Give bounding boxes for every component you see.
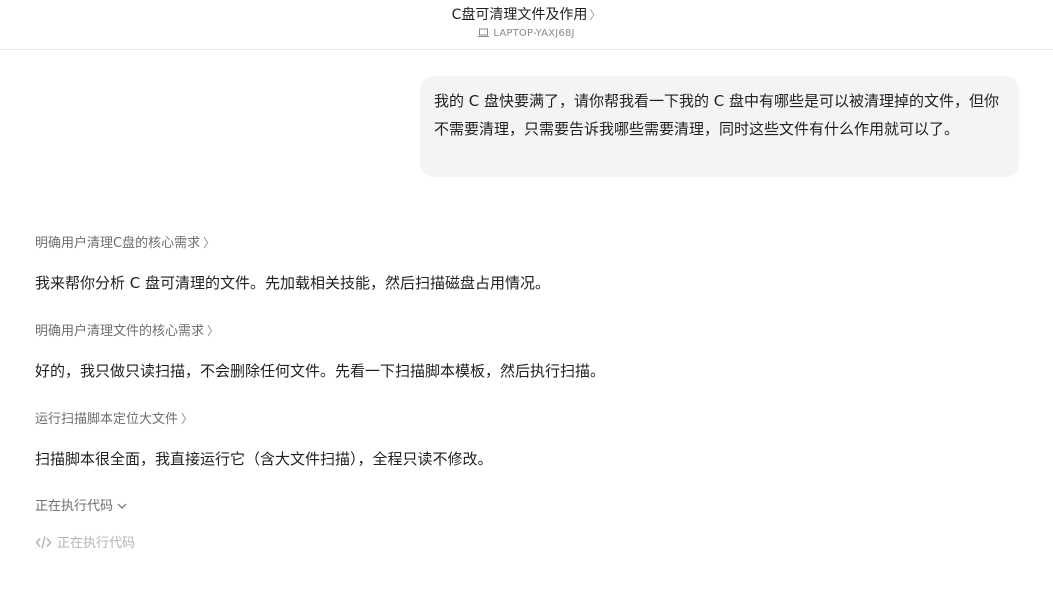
- chevron-right-icon: 〉: [181, 412, 194, 426]
- assistant-reply-1: 我来帮你分析 C 盘可清理的文件。先加载相关技能，然后扫描磁盘占用情况。: [35, 274, 551, 292]
- code-execution-status: 正在执行代码: [35, 535, 135, 556]
- running-code-label: 正在执行代码: [35, 499, 114, 514]
- assistant-reply-2: 好的，我只做只读扫描，不会删除任何文件。先看一下扫描脚本模板，然后执行扫描。: [35, 362, 606, 380]
- code-icon: [35, 535, 52, 556]
- thinking-step-2[interactable]: 明确用户清理文件的核心需求〉: [35, 322, 219, 341]
- running-code-toggle[interactable]: 正在执行代码: [35, 498, 128, 517]
- chevron-right-icon: 〉: [207, 324, 220, 338]
- chat-header: C盘可清理文件及作用〉 LAPTOP-YAXJ68J: [0, 0, 1053, 50]
- user-message-bubble: 我的 C 盘快要满了，请你帮我看一下我的 C 盘中有哪些是可以被清理掉的文件，但…: [420, 76, 1019, 177]
- thinking-step-label: 明确用户清理C盘的核心需求: [35, 236, 201, 251]
- thinking-step-label: 运行扫描脚本定位大文件: [35, 412, 179, 427]
- chevron-right-icon: 〉: [589, 8, 602, 22]
- conversation-title-text: C盘可清理文件及作用: [451, 7, 588, 23]
- assistant-reply-3: 扫描脚本很全面，我直接运行它（含大文件扫描），全程只读不修改。: [35, 450, 493, 468]
- thinking-step-1[interactable]: 明确用户清理C盘的核心需求〉: [35, 234, 215, 253]
- chat-page: C盘可清理文件及作用〉 LAPTOP-YAXJ68J 我的 C 盘快要满了，请你…: [0, 0, 1053, 590]
- code-status-label: 正在执行代码: [57, 536, 136, 551]
- laptop-icon: [478, 28, 490, 43]
- thinking-step-3[interactable]: 运行扫描脚本定位大文件〉: [35, 410, 193, 429]
- conversation-title[interactable]: C盘可清理文件及作用〉: [0, 6, 1053, 24]
- chevron-down-icon: [116, 499, 128, 517]
- device-indicator: LAPTOP-YAXJ68J: [0, 27, 1053, 43]
- device-name: LAPTOP-YAXJ68J: [493, 28, 575, 39]
- thinking-step-label: 明确用户清理文件的核心需求: [35, 324, 205, 339]
- chevron-right-icon: 〉: [203, 236, 216, 250]
